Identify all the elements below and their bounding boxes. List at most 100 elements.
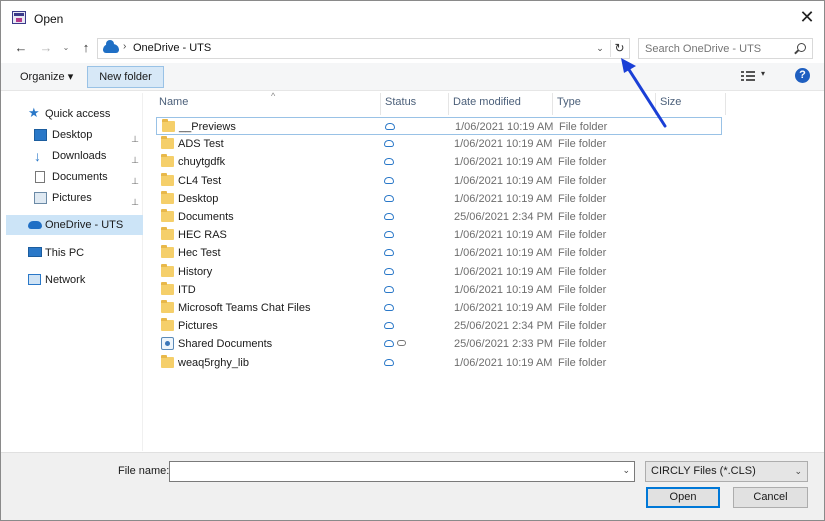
column-header-date[interactable]: Date modified [449,93,553,115]
cancel-button[interactable]: Cancel [733,487,808,508]
file-type: File folder [558,247,607,260]
organize-button[interactable]: Organize ▾ [14,68,79,86]
file-row[interactable]: ITD 1/06/2021 10:19 AM File folder [156,281,722,299]
file-name: CL4 Test [178,174,222,187]
sidebar-item-desktop[interactable]: Desktop ⊥ [6,125,143,145]
file-type: File folder [558,320,607,333]
file-type: File folder [558,192,607,205]
search-icon[interactable] [797,43,806,52]
bottom-panel: File name: ⌄ CIRCLY Files (*.CLS) ⌄ Open… [1,452,824,520]
filename-combobox: ⌄ [169,461,635,482]
sidebar-item-downloads[interactable]: ↓ Downloads ⊥ [6,146,143,166]
file-row[interactable]: History 1/06/2021 10:19 AM File folder [156,263,722,281]
view-dropdown-icon[interactable]: ▾ [761,69,765,78]
breadcrumb-onedrive[interactable]: OneDrive - UTS [133,42,211,54]
sidebar-item-label: OneDrive - UTS [45,219,124,231]
sidebar-item-this-pc[interactable]: This PC [6,243,143,263]
file-date: 1/06/2021 10:19 AM [454,302,553,314]
file-name: Desktop [178,192,219,205]
file-type-select[interactable]: CIRCLY Files (*.CLS) ⌄ [645,461,808,482]
file-type-value: CIRCLY Files (*.CLS) [651,465,756,477]
folder-icon [161,209,174,222]
app-icon [12,11,26,24]
cloud-status-icon [384,322,394,330]
cloud-status-icon [384,285,394,293]
file-name: __Previews [179,121,236,133]
file-row[interactable]: CL4 Test 1/06/2021 10:19 AM File folder [156,172,722,190]
file-date: 1/06/2021 10:19 AM [455,121,554,133]
cloud-status-icon [384,140,394,148]
sidebar-item-label: Documents [52,171,108,183]
recent-locations-button[interactable]: ⌄ [60,38,72,58]
file-row[interactable]: Documents 25/06/2021 2:34 PM File folder [156,208,722,226]
file-date: 1/06/2021 10:19 AM [454,356,553,369]
file-date: 1/06/2021 10:19 AM [454,192,553,205]
folder-icon [161,263,174,277]
file-row[interactable]: __Previews 1/06/2021 10:19 AM File folder [156,117,722,135]
file-list: Name ^ Status Date modified Type Size __… [144,91,824,451]
navigation-pane: ★ Quick access Desktop ⊥ ↓ Downloads ⊥ D… [6,93,143,451]
file-row[interactable]: chuytgdfk 1/06/2021 10:19 AM File folder [156,153,722,171]
cloud-status-icon [384,231,394,239]
back-button[interactable]: ← [12,38,30,58]
help-icon[interactable]: ? [795,68,810,83]
file-row[interactable]: ADS Test 1/06/2021 10:19 AM File folder [156,135,722,153]
pin-icon[interactable]: ⊥ [131,192,139,212]
cloud-status-icon [384,340,394,348]
folder-icon [162,119,175,132]
breadcrumb-separator[interactable]: › [123,41,126,52]
column-header-type[interactable]: Type [553,93,656,115]
open-dialog: Open ✕ ← → ⌄ ↑ › OneDrive - UTS ⌄ ↻ Orga… [0,0,825,521]
file-type: File folder [558,138,607,151]
chevron-down-icon: ⌄ [794,466,802,476]
file-row[interactable]: Pictures 25/06/2021 2:34 PM File folder [156,317,722,335]
cloud-status-icon [384,194,394,202]
sidebar-item-quick-access[interactable]: ★ Quick access [6,104,143,124]
folder-icon [161,300,174,313]
file-type: File folder [558,265,607,278]
file-row[interactable]: weaq5rghy_lib 1/06/2021 10:19 AM File fold… [156,354,722,372]
file-name: Pictures [178,320,218,333]
sidebar-item-onedrive[interactable]: OneDrive - UTS [6,215,143,235]
refresh-button[interactable]: ↻ [610,40,628,57]
column-header-name[interactable]: Name ^ [155,91,381,115]
folder-icon [161,354,174,368]
cloud-status-icon [384,267,394,275]
file-date: 1/06/2021 10:19 AM [454,229,553,242]
sidebar-item-pictures[interactable]: Pictures ⊥ [6,188,143,208]
sidebar-item-label: Downloads [52,150,107,162]
column-header-status[interactable]: Status [381,93,449,115]
new-folder-button[interactable]: New folder [87,66,164,88]
sidebar-item-documents[interactable]: Documents ⊥ [6,167,143,187]
folder-icon [161,190,174,204]
sidebar-item-network[interactable]: Network [6,270,143,290]
star-icon: ★ [28,105,40,120]
file-row[interactable]: Desktop 1/06/2021 10:19 AM File folder [156,190,722,208]
view-options-icon[interactable] [741,71,755,81]
folder-icon [161,172,174,186]
file-name: ITD [178,283,196,296]
file-date: 1/06/2021 10:19 AM [454,247,553,260]
column-header-size[interactable]: Size [656,93,726,115]
up-button[interactable]: ↑ [77,38,95,58]
address-bar[interactable]: › OneDrive - UTS ⌄ ↻ [97,38,630,59]
file-row[interactable]: Microsoft Teams Chat Files 1/06/2021 10:1… [156,299,722,317]
filename-dropdown-button[interactable]: ⌄ [622,465,630,476]
open-button[interactable]: Open [646,487,720,508]
file-date: 1/06/2021 10:19 AM [454,156,553,169]
file-row[interactable]: Shared Documents 25/06/2021 2:33 PM File f… [156,335,722,353]
file-row[interactable]: Hec Test 1/06/2021 10:19 AM File folder [156,244,722,262]
filename-input[interactable] [170,462,615,481]
cloud-status-icon [384,304,394,311]
address-dropdown-button[interactable]: ⌄ [594,41,606,56]
file-type: File folder [558,211,607,223]
file-date: 1/06/2021 10:19 AM [454,265,553,278]
forward-button[interactable]: → [37,38,55,58]
file-row[interactable]: HEC RAS 1/06/2021 10:19 AM File folder [156,226,722,244]
search-input[interactable] [639,39,789,58]
title-bar: Open ✕ [1,1,824,35]
file-name: Microsoft Teams Chat Files [178,302,311,314]
file-date: 25/06/2021 2:34 PM [454,320,554,333]
documents-icon [35,171,45,183]
close-button[interactable]: ✕ [796,7,818,29]
